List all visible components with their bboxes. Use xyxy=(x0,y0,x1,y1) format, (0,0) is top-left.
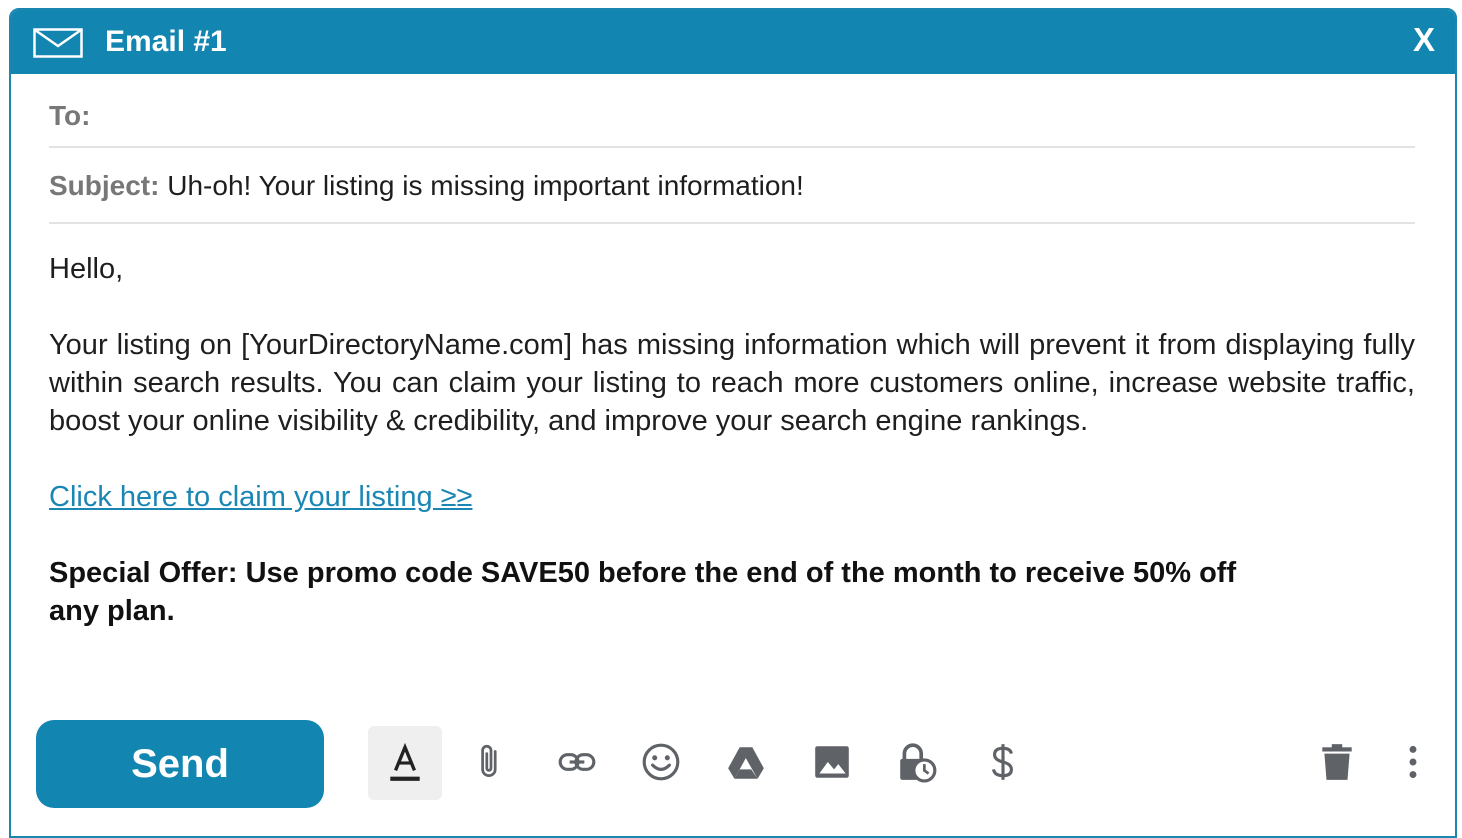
link-icon[interactable] xyxy=(547,732,607,792)
send-button[interactable]: Send xyxy=(36,720,324,808)
emoji-icon[interactable] xyxy=(631,732,691,792)
to-input[interactable] xyxy=(98,101,1298,135)
confidential-icon[interactable] xyxy=(887,732,947,792)
message-body[interactable]: Hello, Your listing on [YourDirectoryNam… xyxy=(49,250,1415,630)
drive-icon[interactable] xyxy=(716,732,776,792)
claim-listing-link[interactable]: Click here to claim your listing ≥≥ xyxy=(49,478,1415,516)
compose-toolbar: Send xyxy=(11,718,1455,818)
email-compose-window: Email #1 X To: Subject: Uh-oh! Your list… xyxy=(9,8,1457,838)
window-title: Email #1 xyxy=(105,25,227,58)
text-format-icon[interactable] xyxy=(368,726,442,800)
dollar-icon[interactable] xyxy=(973,732,1033,792)
special-offer-text: Special Offer: Use promo code SAVE50 bef… xyxy=(49,557,1237,627)
envelope-icon xyxy=(33,28,83,58)
subject-field: Subject: Uh-oh! Your listing is missing … xyxy=(49,170,1415,224)
subject-input[interactable]: Uh-oh! Your listing is missing important… xyxy=(167,170,804,201)
greeting-text: Hello, xyxy=(49,253,124,285)
trash-icon[interactable] xyxy=(1307,732,1367,792)
title-bar: Email #1 X xyxy=(11,10,1455,74)
to-field: To: xyxy=(49,100,1415,148)
body-paragraph: Your listing on [YourDirectoryName.com] … xyxy=(49,329,1415,437)
subject-label: Subject: xyxy=(49,170,160,201)
to-label: To: xyxy=(49,100,91,131)
attachment-icon[interactable] xyxy=(461,732,521,792)
image-icon[interactable] xyxy=(802,732,862,792)
more-options-icon[interactable] xyxy=(1383,732,1443,792)
close-button[interactable]: X xyxy=(1413,22,1435,58)
